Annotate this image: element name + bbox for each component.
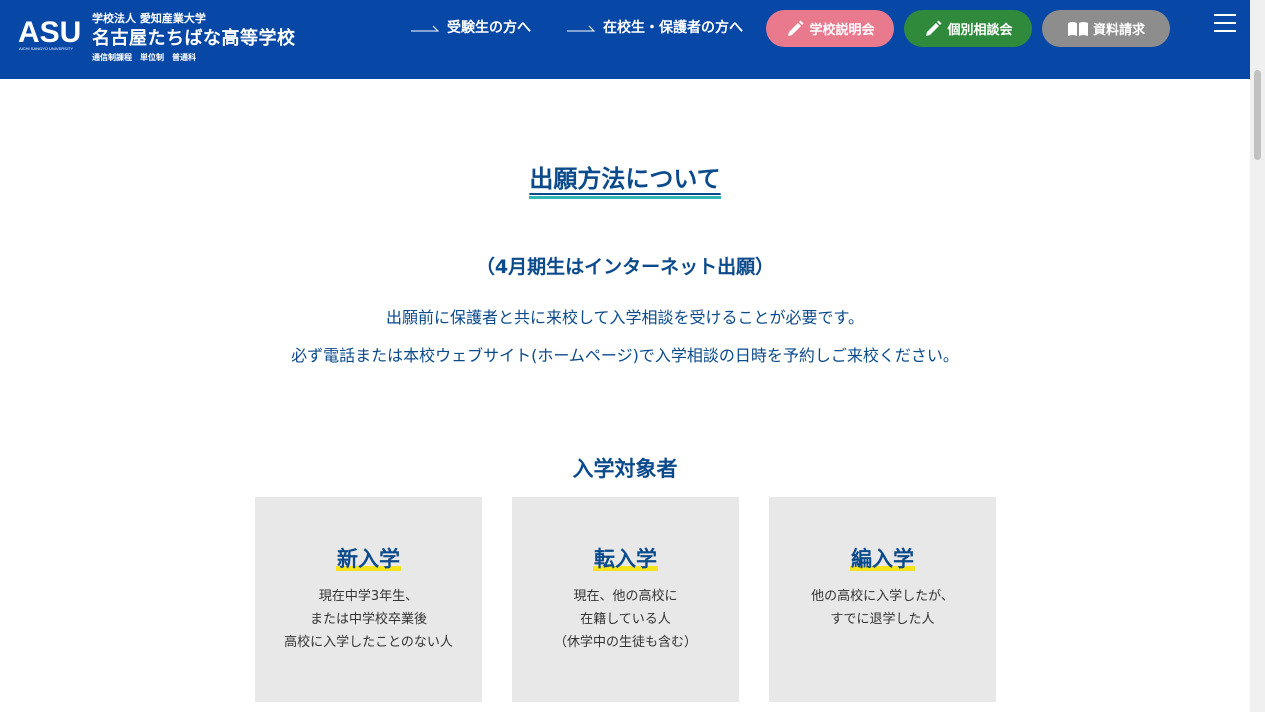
card-title: 転入学 [593, 547, 658, 571]
arrow-icon [567, 25, 596, 32]
card-line: 在籍している人 [580, 612, 671, 627]
button-label: 学校説明会 [809, 23, 875, 38]
arrow-icon [411, 25, 440, 32]
scrollbar-thumb[interactable] [1254, 70, 1261, 160]
individual-consultation-button[interactable]: 個別相談会 [904, 10, 1032, 47]
card-line: または中学校卒業後 [309, 612, 427, 627]
school-briefing-button[interactable]: 学校説明会 [766, 10, 894, 47]
reservation-note: 必ず電話または本校ウェブサイト(ホームページ)で入学相談の日時を予約しご来校くだ… [291, 346, 959, 365]
site-header: ASU AICHI SANGYO UNIVERSITY 学校法人 愛知産業大学 … [0, 0, 1250, 79]
card-title: 新入学 [336, 547, 401, 571]
card-readmission: 編入学 他の高校に入学したが、 すでに退学した人 [769, 497, 996, 702]
card-title: 編入学 [850, 547, 915, 571]
hamburger-menu-icon[interactable] [1214, 14, 1236, 32]
logo-subtext: AICHI SANGYO UNIVERSITY [19, 46, 73, 51]
consultation-note: 出願前に保護者と共に来校して入学相談を受けることが必要です。 [386, 308, 864, 327]
course-item: 単位制 [140, 53, 164, 62]
button-label: 個別相談会 [947, 23, 1013, 38]
school-name: 名古屋たちばな高等学校 [92, 28, 296, 49]
nav-prospective-students[interactable]: 受験生の方へ [411, 17, 531, 37]
course-item: 普通科 [172, 53, 196, 62]
eligible-applicants-heading: 入学対象者 [572, 457, 678, 481]
card-line: すでに退学した人 [830, 612, 935, 627]
card-line: 高校に入学したことのない人 [284, 635, 453, 650]
pencil-icon [788, 20, 804, 36]
book-icon [1067, 21, 1088, 36]
card-description: 現在、他の高校に 在籍している人 （休学中の生徒も含む） [512, 585, 739, 654]
card-line: 現在、他の高校に [573, 589, 678, 604]
corporation-name: 学校法人 愛知産業大学 [92, 12, 206, 25]
course-item: 通信制課程 [92, 53, 132, 62]
section-title-wrapper: 出願方法について [0, 164, 1250, 199]
nav-label: 在校生・保護者の方へ [603, 20, 743, 36]
logo-text[interactable]: 学校法人 愛知産業大学 名古屋たちばな高等学校 通信制課程 単位制 普通科 [92, 12, 296, 64]
button-label: 資料請求 [1092, 23, 1145, 38]
school-logo[interactable]: ASU AICHI SANGYO UNIVERSITY [18, 12, 84, 52]
card-line: 現在中学3年生、 [318, 589, 419, 604]
logo-mark: ASU [18, 16, 81, 49]
card-new-admission: 新入学 現在中学3年生、 または中学校卒業後 高校に入学したことのない人 [255, 497, 482, 702]
application-method-note: （4月期生はインターネット出願） [475, 256, 775, 278]
card-transfer-admission: 転入学 現在、他の高校に 在籍している人 （休学中の生徒も含む） [512, 497, 739, 702]
course-info: 通信制課程 単位制 普通科 [92, 52, 296, 64]
nav-label: 受験生の方へ [447, 20, 531, 36]
request-brochure-button[interactable]: 資料請求 [1042, 10, 1170, 47]
page-scrollbar[interactable] [1250, 0, 1265, 712]
card-line: 他の高校に入学したが、 [811, 589, 954, 604]
card-description: 現在中学3年生、 または中学校卒業後 高校に入学したことのない人 [255, 585, 482, 654]
pencil-icon [926, 20, 942, 36]
nav-current-students-parents[interactable]: 在校生・保護者の方へ [567, 17, 743, 37]
page-title: 出願方法について [529, 164, 721, 199]
card-description: 他の高校に入学したが、 すでに退学した人 [769, 585, 996, 631]
card-line: （休学中の生徒も含む） [553, 635, 697, 650]
